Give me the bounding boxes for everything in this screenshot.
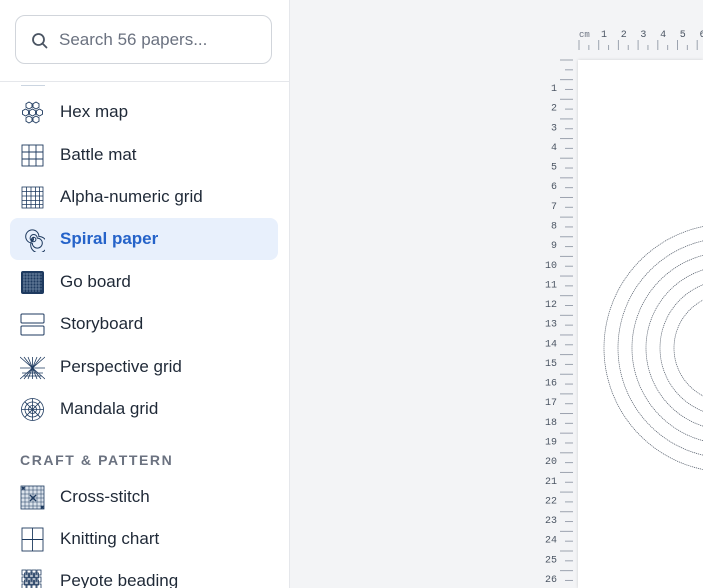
ruler-label: 26 <box>545 575 557 586</box>
ruler-label: 10 <box>545 261 557 272</box>
ruler-label: 24 <box>545 536 557 547</box>
ruler-label: 12 <box>545 300 557 311</box>
search-input[interactable] <box>59 26 259 54</box>
ruler-label: 11 <box>545 280 557 291</box>
sidebar-item-label: Cross-stitch <box>60 487 150 506</box>
search-icon <box>32 33 48 49</box>
top-ruler: cm 1 2 3 4 5 6 <box>578 30 703 50</box>
ruler-label: 1 <box>551 84 557 95</box>
cross-stitch-icon <box>20 485 45 510</box>
sidebar-item-label: Alpha-numeric grid <box>60 187 203 206</box>
storyboard-icon <box>20 313 45 336</box>
sidebar-item-battle-mat[interactable]: Battle mat <box>10 134 278 176</box>
ruler-label: 16 <box>545 379 557 390</box>
ruler-label: 2 <box>551 104 557 115</box>
section-header-craft: CRAFT & PATTERN <box>20 452 174 468</box>
mandala-icon <box>21 398 44 421</box>
ruler-label: 15 <box>545 359 557 370</box>
ruler-label: 3 <box>551 123 557 134</box>
sidebar-item-label: Perspective grid <box>60 357 182 376</box>
sidebar-item-storyboard[interactable]: Storyboard <box>10 303 278 345</box>
ruler-label: 25 <box>545 555 557 566</box>
peyote-beading-icon <box>21 569 42 588</box>
left-ruler: 1234567891011121314151617181920212223242… <box>545 59 573 586</box>
ruler-label: 2 <box>621 30 627 41</box>
scrolled-item-edge <box>21 81 45 86</box>
alpha-numeric-grid-icon <box>21 186 44 209</box>
perspective-grid-icon <box>20 356 45 380</box>
ruler-label: 4 <box>551 143 557 154</box>
search-bar <box>0 0 289 82</box>
sidebar-item-label: Battle mat <box>60 145 137 164</box>
ruler-label: 3 <box>640 30 646 41</box>
ruler-label: 8 <box>551 221 557 232</box>
go-board-icon <box>21 271 44 294</box>
sidebar-item-peyote-beading[interactable]: Peyote beading <box>10 560 278 588</box>
sidebar: Hex map Battle mat <box>0 0 290 588</box>
battle-mat-icon <box>21 144 44 167</box>
ruler-label: 14 <box>545 339 557 350</box>
sidebar-item-knitting-chart[interactable]: Knitting chart <box>10 518 278 560</box>
sidebar-item-go-board[interactable]: Go board <box>10 261 278 303</box>
sidebar-item-spiral-paper[interactable]: Spiral paper <box>10 218 278 260</box>
ruler-label: 5 <box>680 30 686 41</box>
sidebar-item-label: Storyboard <box>60 314 144 333</box>
paper-preview[interactable] <box>578 60 703 588</box>
ruler-label: 23 <box>545 516 557 527</box>
ruler-unit-label: cm <box>579 30 590 40</box>
ruler-label: 5 <box>551 163 557 174</box>
sidebar-item-alpha-numeric-grid[interactable]: Alpha-numeric grid <box>10 176 278 218</box>
spiral-icon <box>25 229 45 252</box>
ruler-label: 21 <box>545 477 557 488</box>
ruler-label: 22 <box>545 496 557 507</box>
sidebar-item-label: Knitting chart <box>60 529 160 548</box>
ruler-label: 1 <box>601 30 607 41</box>
ruler-label: 6 <box>551 182 557 193</box>
sidebar-item-label: Go board <box>60 272 131 291</box>
ruler-label: 13 <box>545 320 557 331</box>
ruler-label: 17 <box>545 398 557 409</box>
ruler-label: 4 <box>660 30 666 41</box>
sidebar-item-perspective-grid[interactable]: Perspective grid <box>10 346 278 388</box>
sidebar-item-mandala-grid[interactable]: Mandala grid <box>10 388 278 430</box>
ruler-label: 19 <box>545 438 557 449</box>
ruler-label: 7 <box>551 202 557 213</box>
sidebar-item-hex-map[interactable]: Hex map <box>10 91 278 133</box>
search-box[interactable] <box>15 15 272 64</box>
ruler-label: 18 <box>545 418 557 429</box>
spiral-preview <box>603 226 703 470</box>
sidebar-item-label: Spiral paper <box>60 229 159 248</box>
ruler-label: 20 <box>545 457 557 468</box>
ruler-label: 6 <box>700 30 703 41</box>
sidebar-item-label: Hex map <box>60 102 129 121</box>
knitting-chart-icon <box>21 527 44 552</box>
sidebar-item-cross-stitch[interactable]: Cross-stitch <box>10 476 278 518</box>
hex-map-icon <box>22 101 43 124</box>
ruler-label: 9 <box>551 241 557 252</box>
sidebar-item-label: Mandala grid <box>60 399 159 418</box>
sidebar-item-label: Peyote beading <box>60 571 179 588</box>
